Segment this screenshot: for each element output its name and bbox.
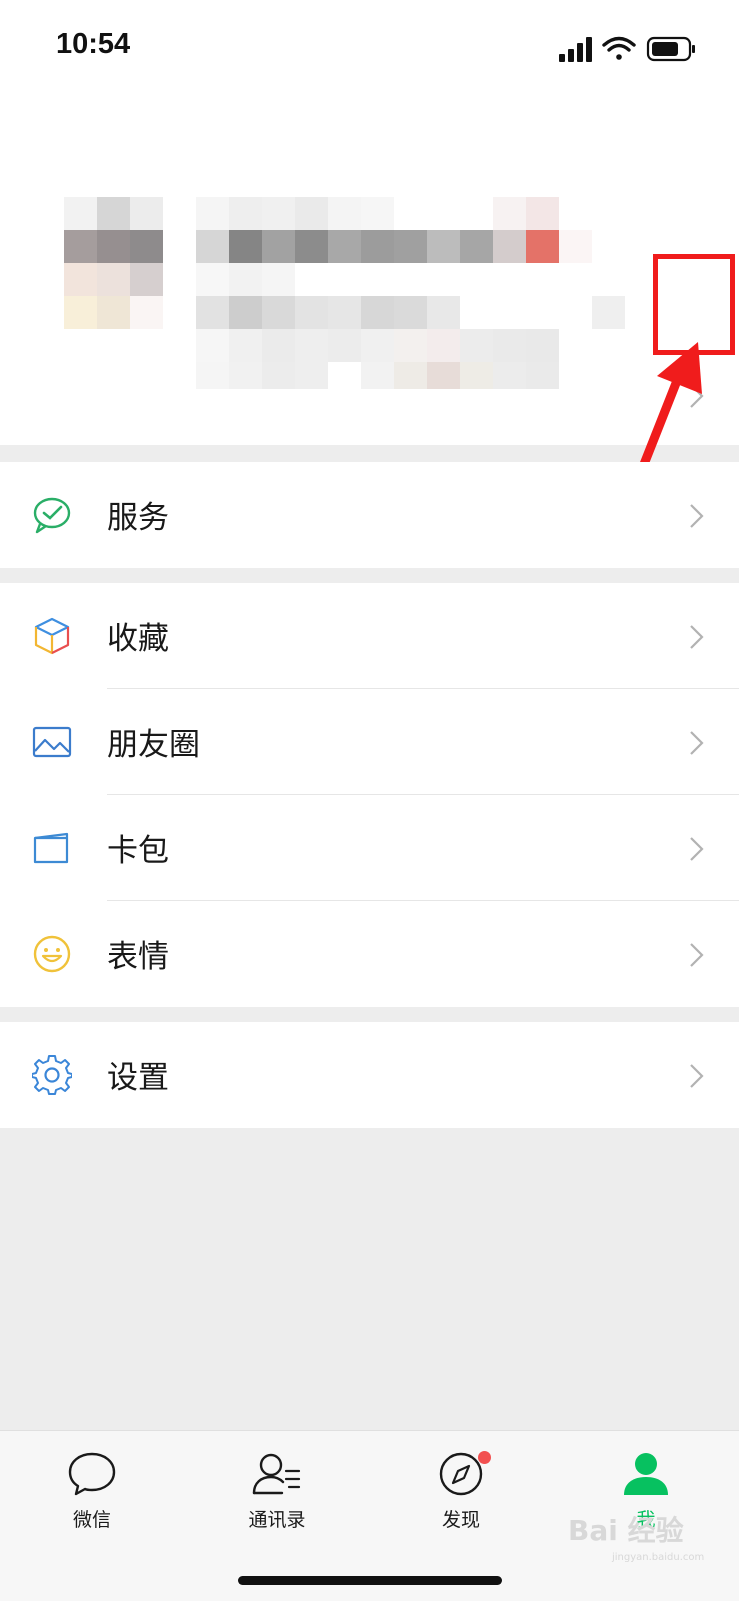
tab-chats[interactable]: 微信: [17, 1451, 167, 1551]
id-row: [196, 263, 625, 329]
menu-item-settings[interactable]: 设置: [0, 1022, 739, 1128]
home-indicator: [238, 1576, 502, 1585]
profile-name-blurred: [196, 197, 625, 389]
name-row-main: [196, 230, 592, 263]
tab-discover[interactable]: 发现: [386, 1451, 536, 1551]
menu-item-card-wallet[interactable]: 卡包: [0, 795, 739, 901]
menu-item-label: 收藏: [107, 621, 169, 657]
menu-group-settings: 设置: [0, 1022, 739, 1128]
notification-dot: [478, 1451, 491, 1464]
menu-item-label: 卡包: [107, 833, 169, 869]
name-row-top: [196, 197, 559, 230]
menu-item-label: 表情: [107, 939, 169, 975]
favorites-cube-icon: [34, 617, 70, 655]
chat-bubble-icon: [68, 1452, 116, 1496]
tab-label: 发现: [441, 1509, 480, 1531]
tab-contacts[interactable]: 通讯录: [202, 1451, 352, 1551]
service-check-icon: [33, 497, 71, 534]
status-time: 10:54: [56, 28, 131, 60]
chevron-right-icon: [690, 504, 704, 528]
tab-label: 通讯录: [248, 1509, 306, 1531]
person-icon: [624, 1453, 668, 1495]
watermark-url: jingyan.baidu.com: [612, 1552, 705, 1563]
avatar[interactable]: [64, 197, 164, 347]
chevron-right-icon: [690, 837, 704, 861]
status-bar: 10:54: [0, 0, 739, 92]
menu-group-main: 收藏 朋友圈 卡包 表情: [0, 583, 739, 1007]
chevron-right-icon: [690, 625, 704, 649]
status-icons: [559, 36, 695, 62]
contacts-icon: [252, 1453, 301, 1495]
watermark-logo: Bai 经验: [568, 1514, 684, 1547]
menu-item-label: 设置: [107, 1060, 169, 1096]
menu-item-stickers[interactable]: 表情: [0, 901, 739, 1007]
chevron-right-icon: [690, 731, 704, 755]
chevron-right-icon: [690, 943, 704, 967]
menu-group-service: 服务: [0, 462, 739, 568]
gear-icon: [32, 1055, 72, 1095]
signal-icon: [559, 37, 592, 62]
menu-item-moments[interactable]: 朋友圈: [0, 689, 739, 795]
menu-item-label: 服务: [107, 500, 169, 536]
card-wallet-icon: [33, 832, 69, 864]
smiley-icon: [33, 935, 71, 973]
menu-item-favorites[interactable]: 收藏: [0, 583, 739, 689]
battery-icon: [646, 36, 695, 62]
menu-item-label: 朋友圈: [107, 727, 200, 763]
wifi-icon: [602, 36, 636, 60]
chevron-right-icon: [690, 1064, 704, 1088]
moments-image-icon: [32, 726, 72, 758]
menu-item-service[interactable]: 服务: [0, 462, 739, 568]
status-row: [196, 329, 559, 389]
tab-label: 微信: [72, 1509, 111, 1531]
